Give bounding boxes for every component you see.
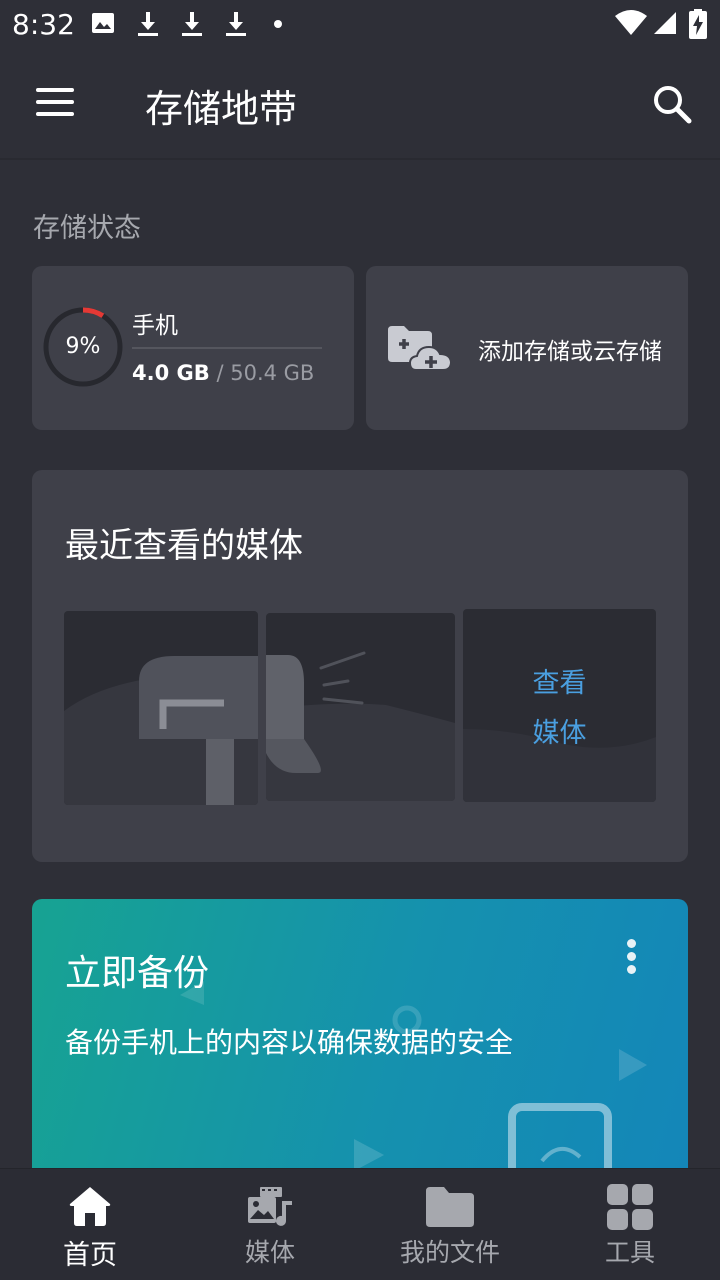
mailbox-illustration — [266, 651, 455, 801]
download-notification-icon — [138, 12, 158, 36]
mailbox-illustration — [64, 656, 258, 805]
app-title: 存储地带 — [145, 87, 298, 131]
view-media-label: 查看 媒体 — [532, 668, 587, 749]
wifi-icon — [615, 10, 647, 35]
app-bar: 存储地带 — [0, 48, 720, 160]
status-bar: 8:32 — [0, 0, 720, 48]
more-options-icon[interactable] — [620, 937, 644, 977]
backup-title: 立即备份 — [65, 953, 210, 994]
nav-item-home[interactable]: 首页 — [0, 1169, 180, 1280]
recent-media-title: 最近查看的媒体 — [65, 526, 303, 566]
nav-item-my-files[interactable]: 我的文件 — [360, 1169, 540, 1280]
nav-item-media[interactable]: 媒体 — [180, 1169, 360, 1280]
storage-used: 4.0 GB — [132, 361, 210, 385]
more-notifications-dot-icon — [274, 20, 282, 28]
nav-label-media: 媒体 — [244, 1238, 295, 1267]
backup-card[interactable]: 立即备份 备份手机上的内容以确保数据的安全 — [32, 899, 688, 1199]
device-name: 手机 — [132, 313, 178, 339]
image-notification-icon — [92, 13, 114, 33]
tools-icon — [607, 1184, 653, 1230]
storage-status-heading: 存储状态 — [33, 213, 141, 244]
add-folder-cloud-icon — [388, 326, 453, 371]
phone-storage-card[interactable]: 9% 手机 4.0 GB / 50.4 GB — [32, 266, 354, 430]
view-media-button[interactable]: 查看 媒体 — [463, 609, 656, 802]
nav-item-tools[interactable]: 工具 — [540, 1169, 720, 1280]
nav-label-home: 首页 — [63, 1240, 117, 1271]
add-storage-card[interactable]: 添加存储或云存储 — [366, 266, 688, 430]
storage-separator: / — [216, 361, 224, 385]
cellular-signal-icon — [654, 12, 676, 34]
media-thumbnail[interactable] — [266, 613, 455, 801]
menu-button[interactable] — [30, 84, 80, 124]
divider — [132, 347, 322, 349]
menu-icon — [36, 88, 74, 92]
storage-percent: 9% — [65, 334, 101, 359]
nav-label-my-files: 我的文件 — [399, 1238, 500, 1267]
storage-total: 50.4 GB — [230, 361, 315, 385]
folder-icon — [426, 1187, 474, 1227]
backup-description: 备份手机上的内容以确保数据的安全 — [65, 1026, 514, 1059]
media-thumbnail[interactable] — [64, 611, 258, 805]
storage-usage: 4.0 GB / 50.4 GB — [132, 361, 314, 385]
nav-label-tools: 工具 — [604, 1238, 655, 1267]
battery-charging-icon — [689, 9, 707, 39]
media-icon — [248, 1187, 292, 1226]
home-icon — [69, 1187, 111, 1226]
search-icon[interactable] — [648, 80, 696, 128]
add-storage-label: 添加存储或云存储 — [478, 339, 662, 365]
status-time: 8:32 — [12, 8, 75, 41]
bottom-navigation: 首页 媒体 我的文件 工具 — [0, 1168, 720, 1280]
download-notification-icon — [182, 12, 202, 36]
recent-media-card: 最近查看的媒体 查看 媒体 — [32, 470, 688, 862]
download-notification-icon — [226, 12, 246, 36]
